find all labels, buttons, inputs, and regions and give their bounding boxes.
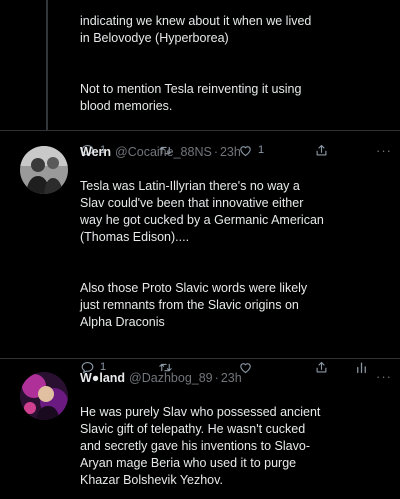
tweet-text: Tesla was Latin-Illyrian there's no way … [80,161,392,348]
timestamp[interactable]: 23h [221,370,242,387]
username-handle[interactable]: @Dazhbog_89 [129,370,213,387]
tweet-paragraph: indicating we knew about it when we live… [80,14,312,45]
tweet-text: He was purely Slav who possessed ancient… [80,387,392,499]
tweet-header: Wern @Cocaine_88NS · 23h ··· [80,142,392,161]
separator-dot: · [214,371,219,385]
tweet-paragraph: Not to mention Tesla reinventing it usin… [80,82,302,113]
tweet-text: indicating we knew about it when we live… [80,0,390,132]
avatar[interactable] [20,146,68,194]
tweet-header: W●land @Dazhbog_89 · 23h ··· [80,368,392,387]
separator-dot: · [213,145,218,159]
tweet-body: Wern @Cocaine_88NS · 23h ··· Tesla was L… [80,142,392,377]
thread-connector-line [46,0,48,130]
tweet-paragraph: He was purely Slav who possessed ancient… [80,405,321,487]
avatar[interactable] [20,372,68,420]
tweet-paragraph: Tesla was Latin-Illyrian there's no way … [80,179,324,244]
reply-tweet[interactable]: Wern @Cocaine_88NS · 23h ··· Tesla was L… [0,130,400,374]
timestamp[interactable]: 23h [220,144,241,161]
avatar-image [20,372,68,420]
display-name[interactable]: Wern [80,144,111,161]
more-options-icon[interactable]: ··· [376,368,392,385]
display-name[interactable]: W●land [80,370,125,387]
username-handle[interactable]: @Cocaine_88NS [115,144,212,161]
more-options-icon[interactable]: ··· [376,142,392,159]
reply-tweet[interactable]: W●land @Dazhbog_89 · 23h ··· He was pure… [0,358,400,499]
tweet-paragraph: Also those Proto Slavic words were likel… [80,281,308,329]
tweet-body: W●land @Dazhbog_89 · 23h ··· He was pure… [80,368,392,499]
avatar-image [20,146,68,194]
